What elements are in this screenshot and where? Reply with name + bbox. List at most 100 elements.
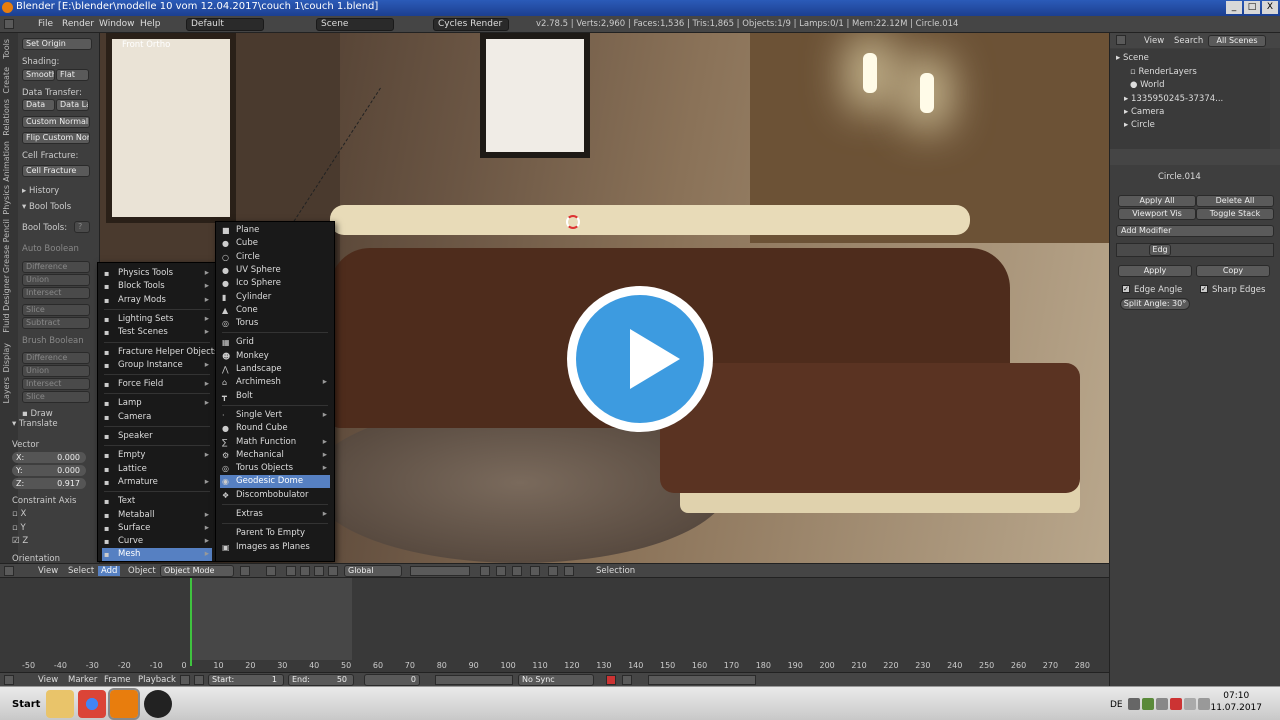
blender-taskbar-icon[interactable] <box>108 688 140 720</box>
split-angle-field[interactable]: Split Angle: 30° <box>1120 298 1190 310</box>
add-menu-item[interactable]: ▪ Empty ▸ <box>102 449 212 462</box>
apply-all-button[interactable]: Apply All <box>1118 195 1196 207</box>
add-menu-item[interactable]: ▪ Metaball ▸ <box>102 509 212 522</box>
outliner-item-renderlayers[interactable]: ▫ RenderLayers <box>1130 67 1197 77</box>
end-frame-field[interactable]: End: 50 <box>288 674 354 686</box>
mesh-menu-item[interactable]: ⌂ Archimesh ▸ <box>220 376 330 389</box>
obs-icon[interactable] <box>144 690 172 718</box>
network-icon[interactable] <box>1184 698 1196 710</box>
help-icon[interactable]: ? <box>74 221 90 233</box>
record-icon[interactable] <box>180 675 190 685</box>
layer-buttons[interactable] <box>410 566 470 576</box>
clock[interactable]: 07:10 11.07.2017 <box>1210 690 1262 714</box>
add-menu-item[interactable]: ▪ Array Mods ▸ <box>102 294 212 307</box>
translate-panel-header[interactable]: ▾ Translate <box>12 419 58 429</box>
start-button[interactable]: Start <box>2 695 40 715</box>
current-frame-field[interactable]: 0 <box>364 674 420 686</box>
translate-icon[interactable] <box>300 566 310 576</box>
mesh-menu-item[interactable]: · Single Vert ▸ <box>220 409 330 422</box>
flat-button[interactable]: Flat <box>56 69 89 81</box>
vector-z-field[interactable]: Z: 0.917 <box>12 478 86 489</box>
render-animation-icon[interactable] <box>564 566 574 576</box>
sync-selector[interactable]: No Sync <box>518 674 594 686</box>
chrome-icon[interactable] <box>78 690 106 718</box>
playback-controls[interactable] <box>435 675 513 685</box>
mesh-menu-item[interactable]: ❖ Discombobulator <box>220 489 330 502</box>
scale-icon[interactable] <box>328 566 338 576</box>
add-menu-item[interactable]: ▪ Armature ▸ <box>102 476 212 489</box>
constraint-x-checkbox[interactable]: ▫ X <box>12 509 26 519</box>
add-menu-item[interactable]: ▪ Block Tools ▸ <box>102 280 212 293</box>
file-explorer-icon[interactable] <box>46 690 74 718</box>
volume-icon[interactable] <box>1198 698 1210 710</box>
editor-type-icon[interactable] <box>1116 35 1126 45</box>
data-button[interactable]: Data <box>22 99 55 111</box>
render-engine-selector[interactable]: Cycles Render <box>433 18 509 31</box>
smooth-button[interactable]: Smooth <box>22 69 55 81</box>
layout-selector[interactable]: Default <box>186 18 264 31</box>
modifier-copy-button[interactable]: Copy <box>1196 265 1270 277</box>
language-indicator[interactable]: DE <box>1110 700 1123 710</box>
viewport-vis-button[interactable]: Viewport Vis <box>1118 208 1196 220</box>
menu-file[interactable]: File <box>38 19 53 29</box>
menu-window[interactable]: Window <box>99 19 135 29</box>
mesh-menu-item[interactable]: ☻ Monkey <box>220 350 330 363</box>
tray-icon[interactable] <box>1128 698 1140 710</box>
close-button[interactable]: X <box>1262 1 1278 14</box>
mesh-menu-item[interactable]: ○ Circle <box>220 251 330 264</box>
mesh-menu-item[interactable]: ● UV Sphere <box>220 264 330 277</box>
video-play-button[interactable] <box>567 286 713 432</box>
shading-icon[interactable] <box>240 566 250 576</box>
tab-grease-pencil[interactable]: Grease Pencil <box>2 219 11 273</box>
add-menu-item[interactable]: ▪ Fracture Helper Objects <box>102 346 219 359</box>
cell-fracture-button[interactable]: Cell Fracture <box>22 165 90 177</box>
draw-checkbox[interactable]: ▪ Draw <box>22 409 53 419</box>
tray-icon[interactable] <box>1142 698 1154 710</box>
properties-tabs[interactable] <box>1110 149 1280 165</box>
union-button[interactable]: Union <box>22 274 90 286</box>
manipulator-icon[interactable] <box>286 566 296 576</box>
difference-button[interactable]: Difference <box>22 261 90 273</box>
custom-normal-button[interactable]: Custom Normal T... <box>22 116 90 128</box>
mesh-menu-item[interactable]: ● Cube <box>220 237 330 250</box>
tab-fluid-designer[interactable]: Fluid Designer <box>2 275 11 333</box>
menu-select[interactable]: Select <box>68 566 94 576</box>
modifier-apply-button[interactable]: Apply <box>1118 265 1192 277</box>
pivot-icon[interactable] <box>266 566 276 576</box>
add-menu-item[interactable]: ▪ Curve ▸ <box>102 535 212 548</box>
snap-icon[interactable] <box>496 566 506 576</box>
3d-cursor-icon[interactable] <box>566 215 580 229</box>
editor-type-icon[interactable] <box>4 675 14 685</box>
mesh-menu-item[interactable]: ◎ Torus <box>220 317 330 330</box>
lock-icon[interactable] <box>480 566 490 576</box>
scene-selector[interactable]: Scene <box>316 18 394 31</box>
add-modifier-selector[interactable]: Add Modifier <box>1116 225 1274 237</box>
maximize-button[interactable]: □ <box>1244 1 1260 14</box>
mesh-menu-item[interactable]: ● Ico Sphere <box>220 277 330 290</box>
mesh-menu-item[interactable]: ▣ Images as Planes <box>220 541 330 554</box>
snap-element-icon[interactable] <box>512 566 522 576</box>
timeline[interactable]: -50 -40 -30 -20 -10 0 10 20 30 40 50 60 70 80 90 100 110… <box>0 577 1109 672</box>
brush-difference-button[interactable]: Difference <box>22 352 90 364</box>
add-menu-item[interactable]: ▪ Mesh ▸ <box>102 548 212 562</box>
intersect-button[interactable]: Intersect <box>22 287 90 299</box>
outliner-item-camera[interactable]: ▸ Camera <box>1124 107 1164 117</box>
proportional-icon[interactable] <box>530 566 540 576</box>
mesh-menu-item[interactable]: ▦ Grid <box>220 336 330 349</box>
editor-type-icon[interactable] <box>4 19 14 29</box>
menu-object[interactable]: Object <box>128 566 156 576</box>
sharp-edges-checkbox[interactable]: ✓ <box>1200 285 1208 293</box>
menu-marker[interactable]: Marker <box>68 675 97 685</box>
menu-frame[interactable]: Frame <box>104 675 130 685</box>
add-menu-item[interactable]: ▪ Speaker <box>102 430 212 443</box>
mesh-menu-item[interactable]: Parent To Empty <box>220 527 330 540</box>
menu-add[interactable]: Add <box>98 566 121 576</box>
history-panel-header[interactable]: ▸ History <box>22 186 59 196</box>
editor-type-icon[interactable] <box>4 566 14 576</box>
mesh-menu-item[interactable]: ◉ Geodesic Dome <box>220 475 330 489</box>
tab-physics[interactable]: Physics <box>2 185 11 215</box>
opengl-render-icon[interactable] <box>548 566 558 576</box>
rotate-icon[interactable] <box>314 566 324 576</box>
data-layers-button[interactable]: Data La <box>56 99 89 111</box>
tab-layers[interactable]: Layers <box>2 377 11 403</box>
